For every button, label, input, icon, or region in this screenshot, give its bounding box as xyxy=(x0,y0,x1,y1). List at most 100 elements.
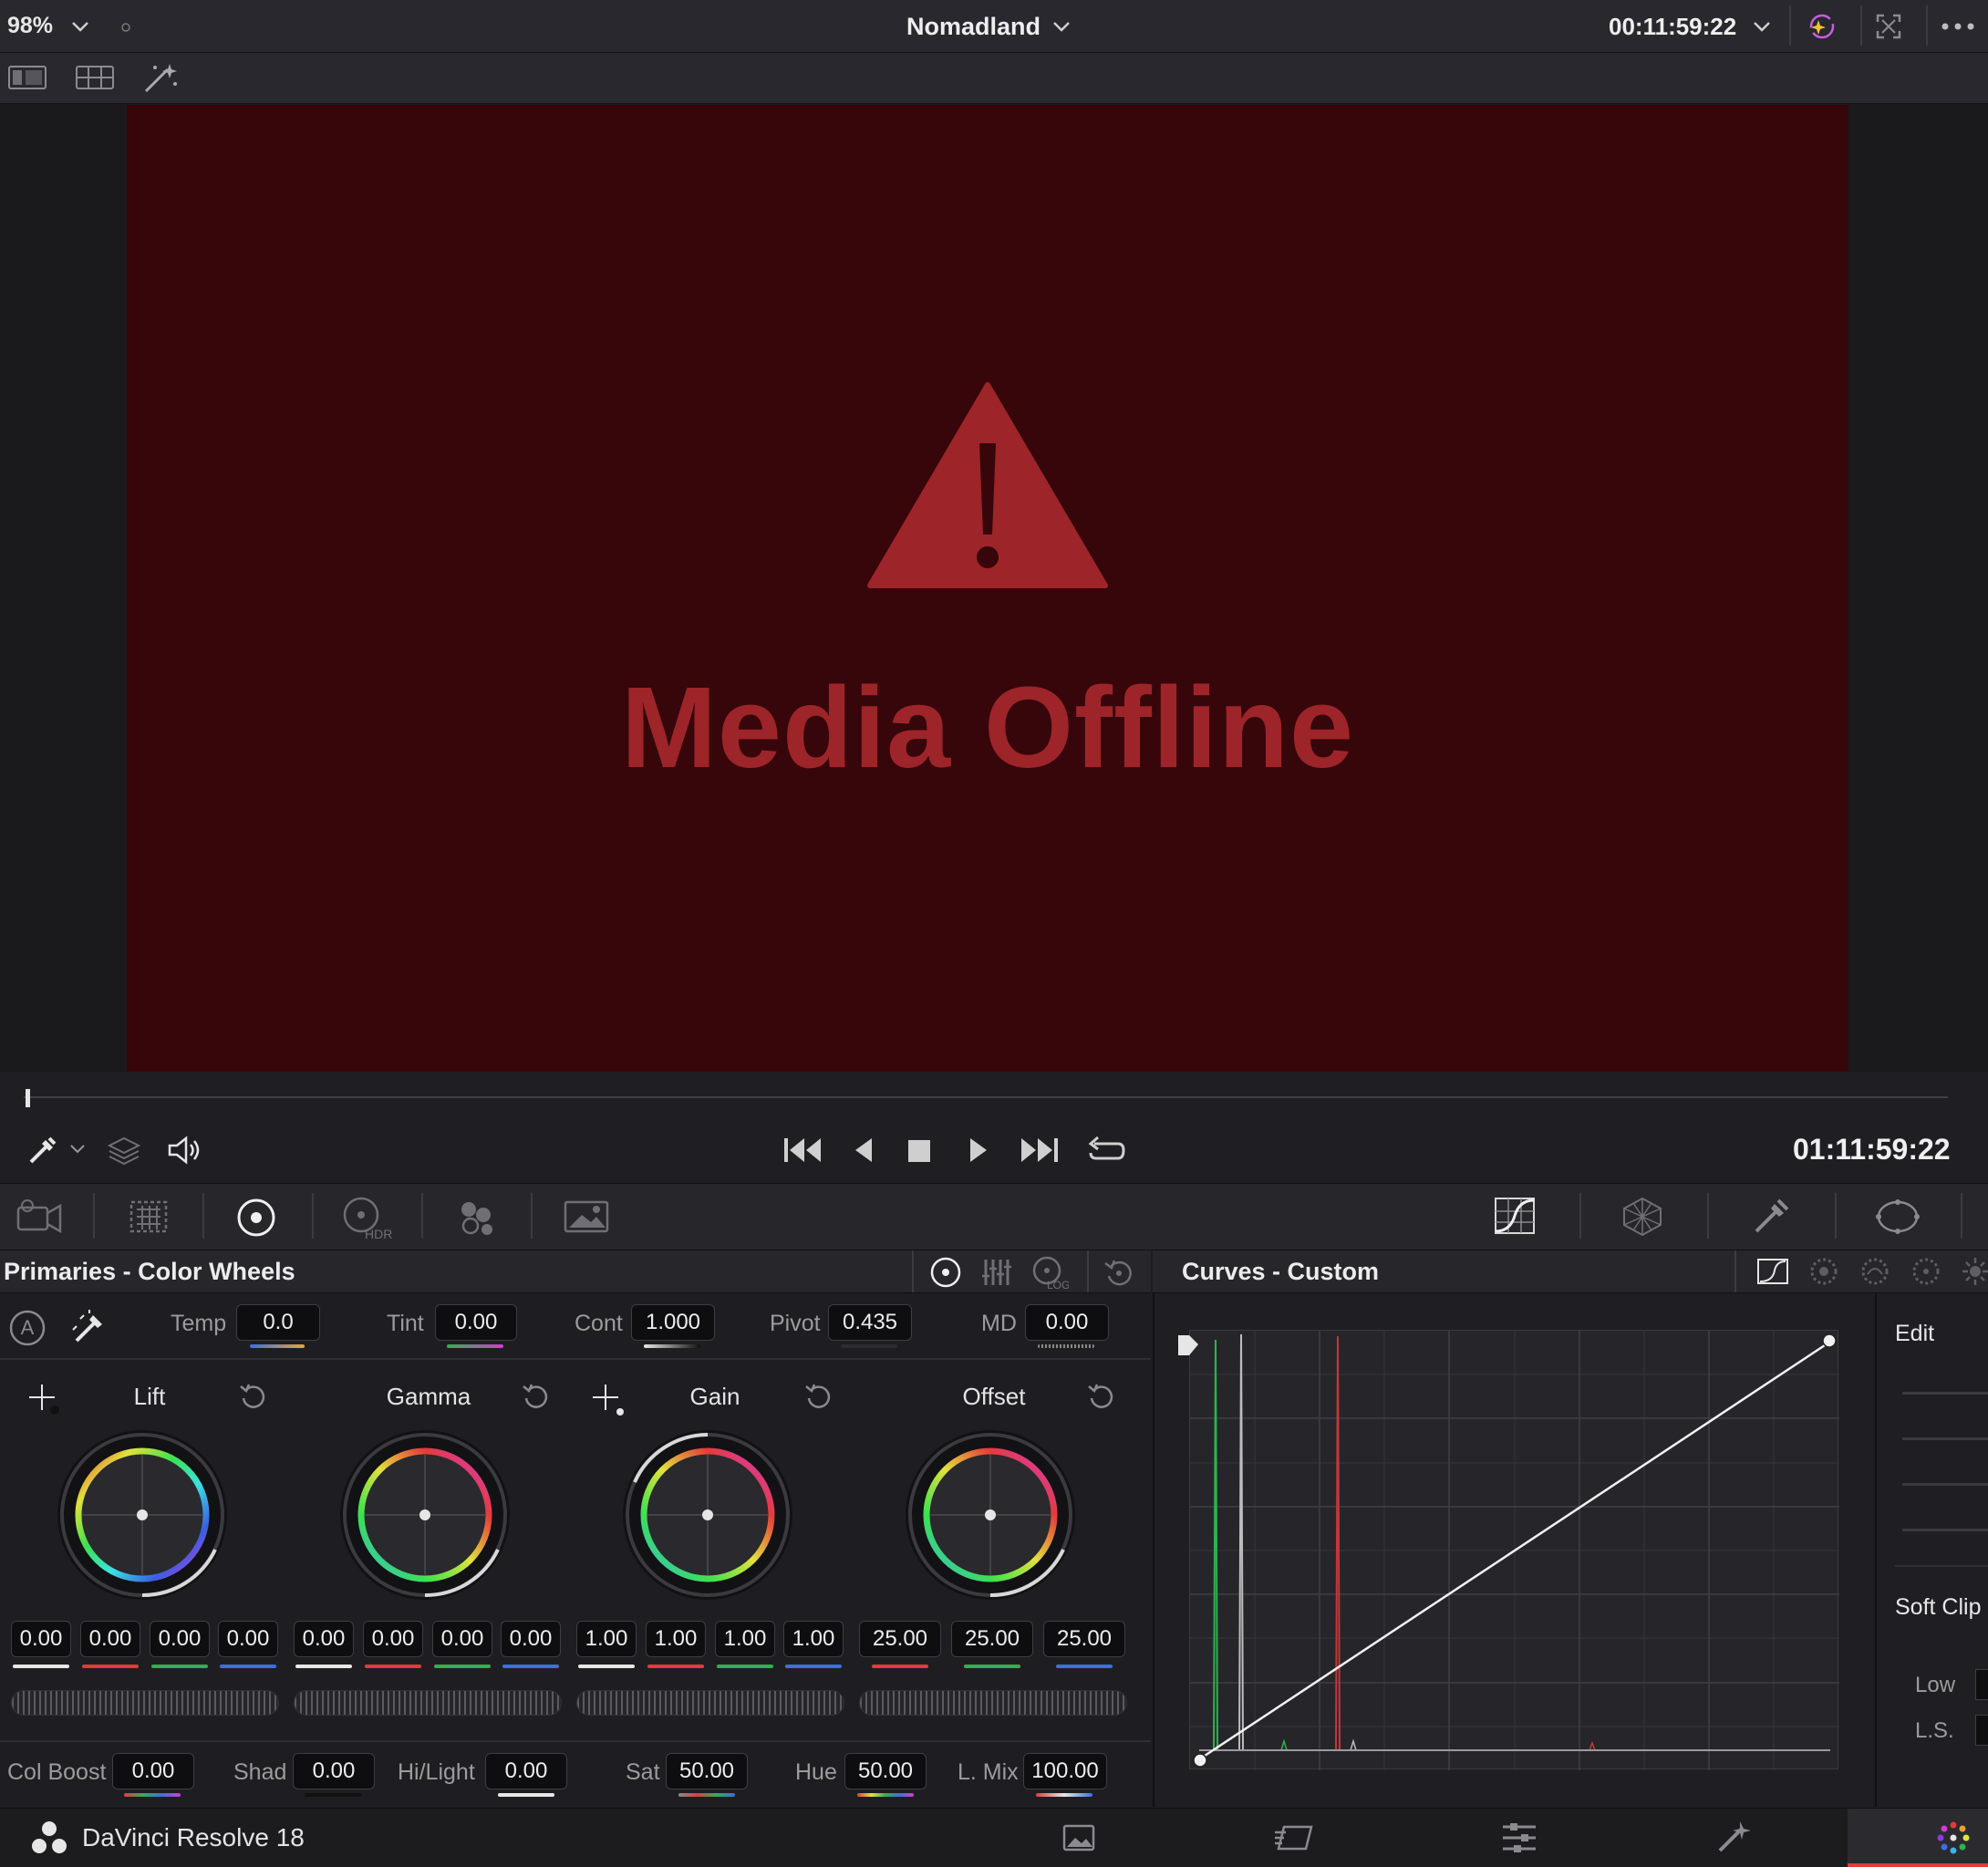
shad-field[interactable]: 0.00 xyxy=(293,1753,375,1789)
play-icon[interactable] xyxy=(965,1136,990,1164)
gain-picker-icon[interactable] xyxy=(591,1383,624,1416)
primaries-wheels-mode-icon[interactable] xyxy=(928,1256,963,1289)
lift-reset-icon[interactable] xyxy=(239,1383,268,1412)
hue-vs-sat-icon[interactable] xyxy=(1859,1256,1891,1287)
gamma-reset-icon[interactable] xyxy=(522,1383,551,1412)
color-match-icon[interactable] xyxy=(128,1198,170,1235)
md-field[interactable]: 0.00 xyxy=(1025,1304,1109,1341)
pivot-field[interactable]: 0.435 xyxy=(828,1304,912,1341)
gamma-g-field[interactable]: 0.00 xyxy=(432,1621,492,1657)
offset-b-field[interactable]: 25.00 xyxy=(1043,1621,1125,1657)
color-effects-icon[interactable] xyxy=(1806,11,1838,42)
title-chevron-down-icon[interactable] xyxy=(1052,20,1071,33)
gamma-y-field[interactable]: 0.00 xyxy=(294,1621,354,1657)
transport-timecode[interactable]: 01:11:59:22 xyxy=(1793,1133,1951,1167)
hue-vs-hue-icon[interactable] xyxy=(1807,1256,1840,1287)
cont-field[interactable]: 1.000 xyxy=(631,1304,715,1341)
rgb-mixer-icon[interactable] xyxy=(454,1198,498,1237)
curve-point-black[interactable] xyxy=(1187,1711,1207,1768)
color-wheels-icon[interactable] xyxy=(235,1197,277,1239)
edit-page-icon[interactable] xyxy=(1499,1820,1539,1856)
hilight-field[interactable]: 0.00 xyxy=(485,1753,567,1789)
gain-r-field[interactable]: 1.00 xyxy=(646,1621,706,1657)
gain-master-wheel[interactable] xyxy=(576,1690,844,1716)
white-balance-picker-icon[interactable] xyxy=(71,1310,108,1346)
tint-label: Tint xyxy=(387,1311,424,1336)
media-page-icon[interactable] xyxy=(1061,1821,1096,1854)
sat-field[interactable]: 50.00 xyxy=(666,1753,748,1789)
playhead[interactable] xyxy=(26,1089,30,1107)
lift-picker-icon[interactable] xyxy=(27,1383,60,1416)
low-field[interactable] xyxy=(1975,1669,1988,1700)
split-viewer-icon[interactable] xyxy=(75,64,115,91)
eyedropper-icon[interactable] xyxy=(27,1135,58,1166)
gamma-master-wheel[interactable] xyxy=(294,1690,562,1716)
lift-wheel[interactable] xyxy=(55,1427,230,1603)
lift-b-field[interactable]: 0.00 xyxy=(218,1621,278,1657)
reverse-play-icon[interactable] xyxy=(852,1136,877,1164)
fairlight-page-icon[interactable] xyxy=(1714,1818,1755,1856)
primaries-bars-mode-icon[interactable] xyxy=(981,1256,1012,1289)
camera-raw-icon[interactable] xyxy=(13,1197,64,1237)
gain-g-field[interactable]: 1.00 xyxy=(715,1621,775,1657)
col-boost-field[interactable]: 0.00 xyxy=(112,1753,194,1789)
magic-wand-icon[interactable] xyxy=(142,60,181,95)
lum-vs-sat-icon[interactable] xyxy=(1959,1256,1988,1287)
reset-primaries-icon[interactable] xyxy=(1103,1258,1134,1287)
fullscreen-icon[interactable] xyxy=(1875,13,1902,40)
gamma-r-field[interactable]: 0.00 xyxy=(363,1621,423,1657)
hue-vs-lum-icon[interactable] xyxy=(1910,1256,1942,1287)
loop-icon[interactable] xyxy=(1087,1135,1127,1166)
lift-y-field[interactable]: 0.00 xyxy=(11,1621,71,1657)
curves-icon[interactable] xyxy=(1492,1195,1538,1237)
offset-g-field[interactable]: 25.00 xyxy=(951,1621,1033,1657)
single-viewer-icon[interactable] xyxy=(7,64,47,91)
edit-slider-2[interactable] xyxy=(1902,1437,1988,1440)
layers-icon[interactable] xyxy=(108,1135,140,1166)
more-options-icon[interactable] xyxy=(1941,20,1975,33)
gamma-b-field[interactable]: 0.00 xyxy=(501,1621,561,1657)
divider xyxy=(1875,1293,1877,1807)
offset-wheel[interactable] xyxy=(903,1427,1078,1603)
timecode-chevron-down-icon[interactable] xyxy=(1753,20,1771,33)
hdr-wheels-icon[interactable]: HDR xyxy=(341,1195,392,1240)
curve-graph[interactable] xyxy=(1189,1330,1839,1770)
hue-field[interactable]: 50.00 xyxy=(844,1753,927,1789)
scrubber-track[interactable] xyxy=(24,1096,1948,1098)
lift-g-field[interactable]: 0.00 xyxy=(150,1621,210,1657)
lmix-field[interactable]: 100.00 xyxy=(1023,1753,1107,1789)
curve-point-white[interactable] xyxy=(1822,1333,1837,1348)
custom-curve-mode-icon[interactable] xyxy=(1756,1258,1789,1285)
jump-to-start-icon[interactable] xyxy=(782,1135,824,1166)
gain-y-field[interactable]: 1.00 xyxy=(576,1621,637,1657)
motion-effects-icon[interactable] xyxy=(562,1198,611,1235)
edit-slider-4[interactable] xyxy=(1902,1529,1988,1531)
jump-to-end-icon[interactable] xyxy=(1018,1135,1060,1166)
edit-slider-1[interactable] xyxy=(1902,1392,1988,1395)
log-wheels-mode-icon[interactable]: LOG xyxy=(1030,1254,1069,1291)
offset-reset-icon[interactable] xyxy=(1087,1383,1116,1412)
color-warper-icon[interactable] xyxy=(1620,1195,1665,1237)
gain-reset-icon[interactable] xyxy=(804,1383,834,1412)
fusion-page-icon[interactable] xyxy=(1273,1821,1319,1854)
tint-field[interactable]: 0.00 xyxy=(435,1304,517,1341)
edit-slider-3[interactable] xyxy=(1902,1483,1988,1486)
curve-handle-icon[interactable] xyxy=(1175,1333,1200,1359)
power-window-icon[interactable] xyxy=(1875,1197,1921,1237)
gain-b-field[interactable]: 1.00 xyxy=(783,1621,844,1657)
stop-icon[interactable] xyxy=(906,1138,932,1164)
offset-r-field[interactable]: 25.00 xyxy=(859,1621,941,1657)
eyedropper-chevron-down-icon[interactable] xyxy=(69,1144,86,1155)
hilight-label: Hi/Light xyxy=(398,1759,475,1785)
gain-wheel[interactable] xyxy=(620,1427,795,1603)
speaker-icon[interactable] xyxy=(166,1135,202,1166)
lift-master-wheel[interactable] xyxy=(11,1690,279,1716)
color-page-icon[interactable] xyxy=(1935,1820,1972,1856)
temp-field[interactable]: 0.0 xyxy=(236,1304,320,1341)
lift-r-field[interactable]: 0.00 xyxy=(80,1621,140,1657)
ls-field[interactable] xyxy=(1975,1715,1988,1746)
offset-master-wheel[interactable] xyxy=(859,1690,1127,1716)
viewer-timecode[interactable]: 00:11:59:22 xyxy=(1609,13,1736,41)
gamma-wheel[interactable] xyxy=(337,1427,513,1603)
qualifier-icon[interactable] xyxy=(1751,1197,1791,1235)
